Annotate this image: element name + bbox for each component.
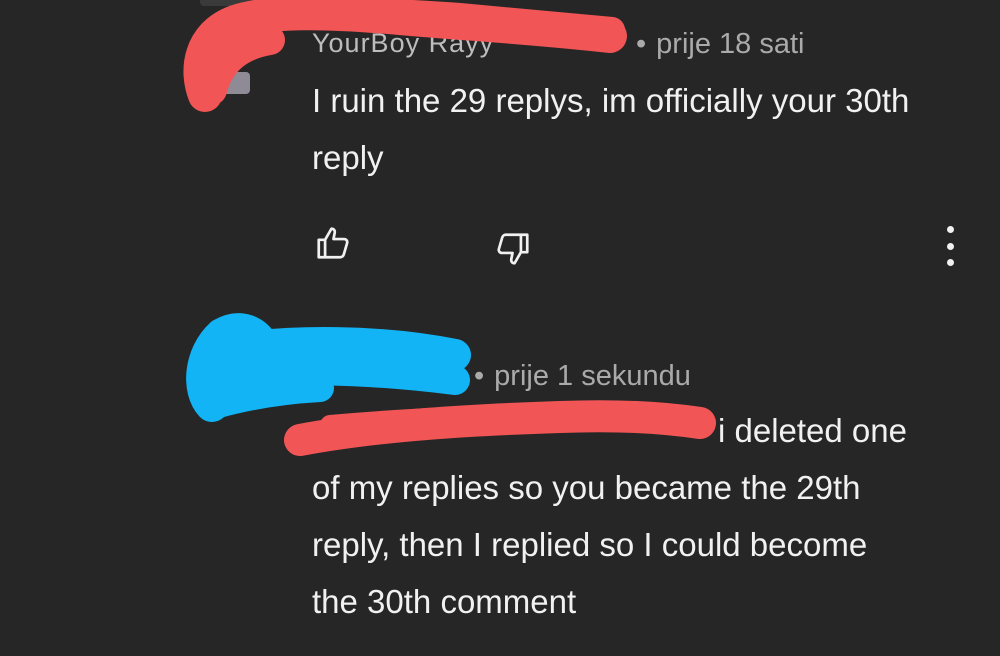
comment-2-timestamp: prije 1 sekundu [494,360,691,392]
comment-1-text: I ruin the 29 replys, im officially your… [312,82,910,176]
comment-1-timestamp-row: • prije 18 sati [636,28,804,61]
menu-dot [946,259,954,266]
more-vertical-icon[interactable] [936,226,964,266]
meta-separator: • [474,360,485,392]
comment-2-text: of my replies so you became the 29th rep… [312,469,868,620]
comment-2-timestamp-row: • prije 1 sekundu [474,360,691,393]
comment-2-text-line1: i deleted one [718,412,907,449]
meta-separator: • [636,28,647,60]
menu-dot [946,226,954,233]
thumbs-down-icon[interactable] [494,230,532,268]
comment-1-timestamp: prije 18 sati [656,28,805,60]
thumbs-up-icon[interactable] [314,224,352,262]
menu-dot [946,242,954,250]
